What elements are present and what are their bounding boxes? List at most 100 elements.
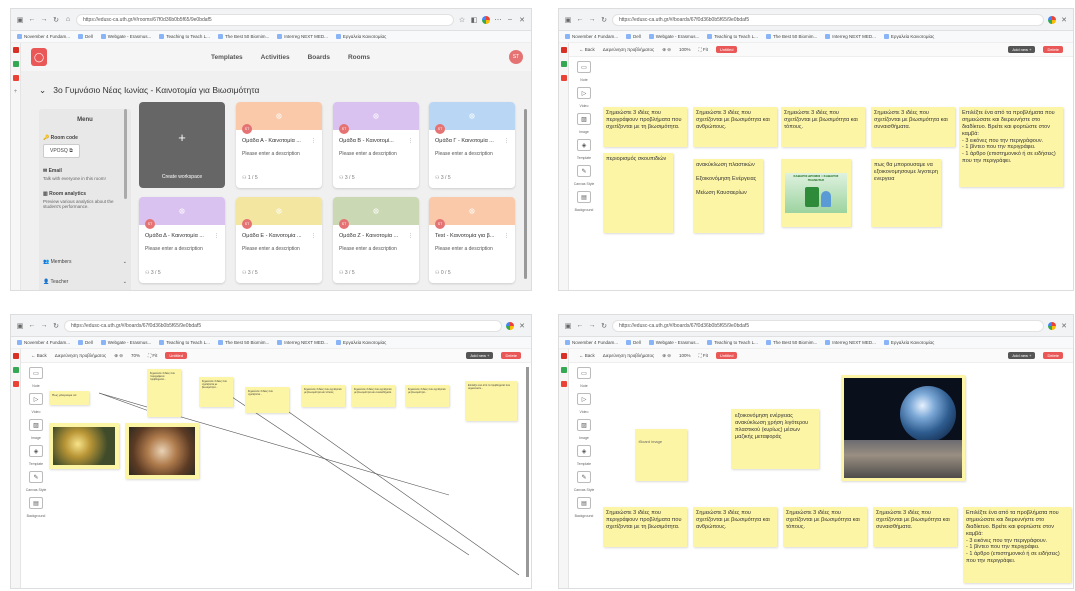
app-icon[interactable] bbox=[560, 61, 567, 67]
bookmark[interactable]: November 4 Fundam... bbox=[565, 340, 618, 345]
template-icon[interactable]: ◈ bbox=[577, 445, 591, 457]
create-workspace-card[interactable]: + Create workspace bbox=[139, 102, 225, 188]
sticky-note[interactable]: ▫Board image bbox=[635, 429, 687, 481]
zoom-icon[interactable]: ⊕ ⊖ bbox=[114, 353, 123, 359]
bookmark[interactable]: Webgate - Erasmus... bbox=[649, 34, 699, 39]
close-icon[interactable]: ✕ bbox=[518, 322, 526, 330]
note-icon[interactable]: ▭ bbox=[577, 61, 591, 73]
forward-icon[interactable]: → bbox=[588, 322, 596, 330]
add-new-button[interactable]: Add new + bbox=[466, 352, 494, 359]
bookmark[interactable]: The Best 50 Biomim... bbox=[766, 34, 817, 39]
forward-icon[interactable]: → bbox=[40, 16, 48, 24]
add-new-button[interactable]: Add new + bbox=[1008, 352, 1036, 359]
bookmark[interactable]: Dell bbox=[626, 340, 641, 345]
bookmark[interactable]: Dell bbox=[78, 340, 93, 345]
back-button[interactable]: ← Back bbox=[579, 47, 595, 52]
sticky-note[interactable] bbox=[49, 423, 119, 469]
bookmark[interactable]: Interreg NEXT MED... bbox=[825, 340, 876, 345]
bookmark[interactable]: Teaching to Teach L... bbox=[159, 34, 210, 39]
image-icon[interactable]: ▨ bbox=[29, 419, 43, 431]
app-icon[interactable] bbox=[560, 381, 567, 387]
profile-icon[interactable] bbox=[482, 15, 490, 24]
app-icon[interactable] bbox=[12, 75, 19, 81]
sticky-note[interactable]: Σημειώστε 3 ιδέες που σχετίζονται με βιω… bbox=[781, 107, 865, 147]
chevron-down-icon[interactable]: ⌄ bbox=[39, 85, 48, 95]
tab-icon[interactable]: ▣ bbox=[16, 322, 24, 330]
nav-activities[interactable]: Activities bbox=[261, 54, 290, 61]
close-icon[interactable]: ✕ bbox=[1060, 16, 1068, 24]
background-icon[interactable]: ▤ bbox=[577, 191, 591, 203]
sticky-note[interactable]: Πως μπορουμε να bbox=[49, 391, 89, 405]
nav-boards[interactable]: Boards bbox=[308, 54, 330, 61]
tab-icon[interactable]: ▣ bbox=[16, 16, 24, 24]
menu-scrollbar[interactable] bbox=[124, 109, 127, 199]
bookmark[interactable]: Dell bbox=[626, 34, 641, 39]
teacher-row[interactable]: 👤 Teacher ⌄ bbox=[43, 279, 127, 285]
bookmark[interactable]: Interreg NEXT MED... bbox=[277, 340, 328, 345]
sticky-note[interactable] bbox=[125, 423, 199, 479]
note-icon[interactable]: ▭ bbox=[29, 367, 43, 379]
page-scrollbar[interactable] bbox=[524, 109, 527, 279]
canvas-style-icon[interactable]: ✎ bbox=[29, 471, 43, 483]
app-icon[interactable] bbox=[12, 61, 19, 67]
app-icon[interactable] bbox=[560, 75, 567, 81]
untitled-badge[interactable]: Untitled bbox=[715, 46, 738, 53]
untitled-badge[interactable]: Untitled bbox=[165, 352, 187, 359]
zoom-icon[interactable]: ⊕ ⊖ bbox=[662, 353, 671, 359]
address-bar[interactable]: https://edusc-ca.uth.gr/#/boards/67f0d36… bbox=[64, 319, 502, 332]
more-icon[interactable]: ⋮ bbox=[408, 138, 413, 144]
canvas-style-icon[interactable]: ✎ bbox=[577, 165, 591, 177]
background-icon[interactable]: ▤ bbox=[29, 497, 43, 509]
more-icon[interactable]: ⋮ bbox=[504, 138, 509, 144]
home-icon[interactable]: ⌂ bbox=[64, 16, 72, 24]
reload-icon[interactable]: ↻ bbox=[52, 16, 60, 24]
video-icon[interactable]: ▷ bbox=[577, 393, 591, 405]
chevron-down-icon[interactable]: ⌄ bbox=[123, 279, 127, 285]
sticky-note[interactable]: Σημειώστε 3 ιδέες που περιγράφουν προβλή… bbox=[603, 507, 687, 547]
close-icon[interactable]: ✕ bbox=[518, 16, 526, 24]
background-icon[interactable]: ▤ bbox=[577, 497, 591, 509]
bookmark[interactable]: Εργαλεία Καινοτομίας bbox=[884, 34, 934, 39]
back-icon[interactable]: ← bbox=[576, 322, 584, 330]
lightbulb-logo-icon[interactable]: ◯ bbox=[31, 48, 47, 66]
bookmark[interactable]: Webgate - Erasmus... bbox=[101, 340, 151, 345]
template-icon[interactable]: ◈ bbox=[577, 139, 591, 151]
app-icon[interactable] bbox=[560, 367, 567, 373]
address-bar[interactable]: https://edusc-ca.uth.gr/#/boards/67f0d36… bbox=[612, 319, 1044, 332]
bookmark[interactable]: November 4 Fundam... bbox=[17, 34, 70, 39]
minimize-icon[interactable]: – bbox=[506, 16, 514, 24]
app-icon[interactable] bbox=[12, 381, 19, 387]
back-icon[interactable]: ← bbox=[576, 16, 584, 24]
back-icon[interactable]: ← bbox=[28, 16, 36, 24]
sticky-note[interactable]: περιορισμός σκουπιδιών bbox=[603, 153, 673, 233]
fit-icon[interactable]: ⛶ Fit bbox=[148, 353, 157, 358]
back-icon[interactable]: ← bbox=[28, 322, 36, 330]
sticky-note[interactable]: Επιλέξτε ένα από τα προβλήματα που σημει… bbox=[959, 107, 1063, 187]
sticky-note[interactable]: Σημειώστε 3 ιδέες που σχετίζονται με βιω… bbox=[871, 107, 955, 147]
sticky-note[interactable]: Σημειώστε 3 ιδέες που σχετίζονται με βιω… bbox=[301, 385, 345, 407]
forward-icon[interactable]: → bbox=[40, 322, 48, 330]
email-section[interactable]: ✉ Email Talk with everyone in this room! bbox=[43, 168, 127, 181]
profile-icon[interactable] bbox=[1048, 321, 1056, 330]
bookmark[interactable]: Teaching to Teach L... bbox=[707, 34, 758, 39]
workspace-card[interactable]: ☸ ST Ομάδα Ζ - Καινοτομία ... ⋮ Please enter… bbox=[333, 197, 419, 283]
workspace-card[interactable]: ☸ ST Ομάδα Β - Καινοτομί... ⋮ Please enter a… bbox=[333, 102, 419, 188]
canvas-scrollbar[interactable] bbox=[526, 367, 529, 577]
bookmark[interactable]: Webgate - Erasmus... bbox=[101, 34, 151, 39]
bookmark[interactable]: Εργαλεία Καινοτομίας bbox=[336, 34, 386, 39]
app-icon[interactable] bbox=[12, 367, 19, 373]
bookmark[interactable]: Εργαλεία Καινοτομίας bbox=[336, 340, 386, 345]
template-icon[interactable]: ◈ bbox=[29, 445, 43, 457]
sticky-note[interactable]: Σημειώστε 3 ιδέες που σχετίζονται με βιω… bbox=[351, 385, 395, 407]
image-icon[interactable]: ▨ bbox=[577, 113, 591, 125]
delete-button[interactable]: Delete bbox=[1043, 352, 1063, 359]
sticky-note[interactable]: Σημειώστε 3 ιδέες που σχετίζονται με βιω… bbox=[693, 507, 777, 547]
extension-icon[interactable]: ◧ bbox=[470, 16, 478, 24]
user-avatar[interactable]: ST bbox=[509, 50, 523, 64]
note-icon[interactable]: ▭ bbox=[577, 367, 591, 379]
sticky-note[interactable]: εξοικονόμηση ενέργειας ανακύκλωση χρήση … bbox=[731, 409, 819, 469]
workspace-card[interactable]: ☸ ST Ομάδα Γ - Καινοτομία ... ⋮ Please enter… bbox=[429, 102, 515, 188]
fit-icon[interactable]: ⛶ Fit bbox=[699, 353, 708, 358]
bookmark[interactable]: The Best 50 Biomim... bbox=[218, 340, 269, 345]
app-icon[interactable] bbox=[12, 47, 19, 53]
